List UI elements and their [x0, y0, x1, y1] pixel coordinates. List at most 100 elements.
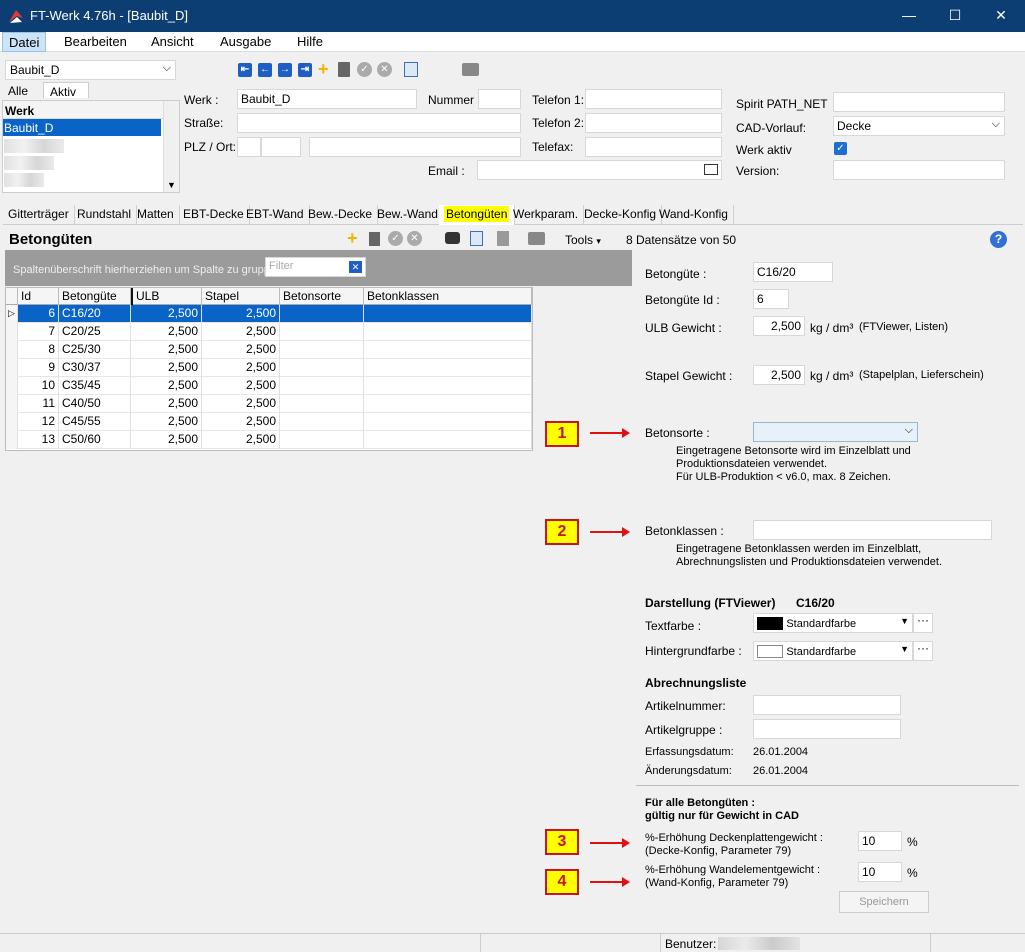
table-row[interactable]: 13 C50/60 2,500 2,500: [6, 431, 532, 449]
hintergrund-select[interactable]: Standardfarbe ▼: [753, 641, 913, 661]
menu-hilfe[interactable]: Hilfe: [291, 32, 329, 52]
betonklassen-field[interactable]: [753, 520, 992, 540]
ulb-field[interactable]: 2,500: [753, 316, 805, 336]
table-cell[interactable]: C35/45: [59, 377, 131, 395]
table-cell[interactable]: 2,500: [131, 413, 202, 431]
tab-bew-wand[interactable]: Bew.-Wand: [372, 205, 444, 225]
werk-list-selected[interactable]: Baubit_D: [3, 119, 161, 136]
add-icon[interactable]: +: [347, 228, 358, 249]
cancel-icon[interactable]: ✕: [407, 231, 422, 246]
search-binoculars-icon[interactable]: [445, 232, 460, 244]
col-header-stapel[interactable]: Stapel Gewicht: [202, 288, 280, 319]
row-indicator[interactable]: [6, 395, 18, 413]
col-header-betonklassen[interactable]: Betonklassen: [364, 288, 532, 305]
print-icon[interactable]: [528, 232, 545, 245]
table-cell[interactable]: 2,500: [131, 341, 202, 359]
col-header-id[interactable]: Id: [18, 288, 59, 305]
table-cell[interactable]: [280, 431, 364, 449]
table-cell[interactable]: [364, 377, 532, 395]
table-row[interactable]: ▷ 6 C16/20 2,500 2,500: [6, 305, 532, 323]
confirm-icon[interactable]: ✓: [357, 62, 372, 77]
table-cell[interactable]: 2,500: [131, 359, 202, 377]
delete-icon[interactable]: [338, 62, 350, 77]
artikelgruppe-field[interactable]: [753, 719, 901, 739]
telefon1-field[interactable]: [585, 89, 722, 109]
table-row[interactable]: 9 C30/37 2,500 2,500: [6, 359, 532, 377]
stapel-field[interactable]: 2,500: [753, 365, 805, 385]
filter-input[interactable]: Filter ✕: [265, 257, 366, 277]
wand-percent-field[interactable]: 10: [858, 862, 902, 882]
last-record-icon[interactable]: ⇥: [298, 63, 312, 77]
table-cell[interactable]: C16/20: [59, 305, 131, 323]
ort-field[interactable]: [309, 137, 521, 157]
table-cell[interactable]: [280, 413, 364, 431]
table-cell[interactable]: [280, 395, 364, 413]
copy-icon[interactable]: [470, 231, 483, 246]
prev-record-icon[interactable]: ←: [258, 63, 272, 77]
tab-matten[interactable]: Matten: [132, 205, 180, 225]
table-cell[interactable]: C40/50: [59, 395, 131, 413]
paste-icon[interactable]: [497, 231, 509, 246]
col-header-betonguete[interactable]: Betongüte: [59, 288, 131, 305]
cancel-icon[interactable]: ✕: [377, 62, 392, 77]
table-cell[interactable]: 2,500: [131, 395, 202, 413]
confirm-icon[interactable]: ✓: [388, 231, 403, 246]
tools-menu[interactable]: Tools ▾: [565, 233, 601, 247]
tab-decke-konfig[interactable]: Decke-Konfig: [579, 205, 663, 225]
plz-field[interactable]: [261, 137, 301, 157]
table-cell[interactable]: C45/55: [59, 413, 131, 431]
col-header-betonsorte[interactable]: Betonsorte: [280, 288, 364, 305]
table-cell[interactable]: 2,500: [131, 323, 202, 341]
copy-icon[interactable]: [404, 62, 418, 77]
land-field[interactable]: [237, 137, 261, 157]
menu-datei[interactable]: Datei: [2, 32, 47, 52]
email-icon[interactable]: [704, 164, 718, 175]
table-cell[interactable]: 2,500: [202, 395, 280, 413]
table-cell[interactable]: C25/30: [59, 341, 131, 359]
tab-rundstahl[interactable]: Rundstahl: [72, 205, 138, 225]
menu-bearbeiten[interactable]: Bearbeiten: [58, 32, 133, 52]
table-cell[interactable]: [364, 341, 532, 359]
textfarbe-more-button[interactable]: ···: [913, 613, 933, 633]
tab-wand-konfig[interactable]: Wand-Konfig: [654, 205, 734, 225]
table-cell[interactable]: 13: [18, 431, 59, 449]
add-icon[interactable]: +: [318, 59, 329, 80]
werk-select[interactable]: Baubit_D ⌵: [5, 60, 176, 80]
table-cell[interactable]: 10: [18, 377, 59, 395]
minimize-button[interactable]: —: [886, 0, 932, 32]
table-cell[interactable]: 2,500: [202, 413, 280, 431]
table-cell[interactable]: [364, 359, 532, 377]
scroll-down-icon[interactable]: ▼: [167, 180, 176, 190]
row-indicator[interactable]: [6, 359, 18, 377]
spirit-field[interactable]: [833, 92, 1005, 112]
table-cell[interactable]: 2,500: [202, 359, 280, 377]
table-cell[interactable]: 2,500: [202, 377, 280, 395]
row-indicator[interactable]: ▷: [6, 305, 18, 323]
table-cell[interactable]: [280, 359, 364, 377]
table-cell[interactable]: 2,500: [202, 341, 280, 359]
group-bar[interactable]: Spaltenüberschrift hierherziehen um Spal…: [5, 250, 632, 286]
table-cell[interactable]: [280, 377, 364, 395]
row-indicator[interactable]: [6, 341, 18, 359]
table-cell[interactable]: [364, 431, 532, 449]
cad-select[interactable]: Decke ⌵: [833, 116, 1005, 136]
table-row[interactable]: 10 C35/45 2,500 2,500: [6, 377, 532, 395]
help-icon[interactable]: ?: [990, 231, 1007, 248]
close-button[interactable]: ✕: [978, 0, 1024, 32]
table-cell[interactable]: 11: [18, 395, 59, 413]
table-cell[interactable]: 2,500: [131, 305, 202, 323]
werk-field[interactable]: Baubit_D: [237, 89, 417, 109]
clear-filter-icon[interactable]: ✕: [349, 261, 362, 273]
table-cell[interactable]: [280, 305, 364, 323]
decke-percent-field[interactable]: 10: [858, 831, 902, 851]
maximize-button[interactable]: ☐: [932, 0, 978, 32]
table-cell[interactable]: 2,500: [131, 431, 202, 449]
tab-bew-decke[interactable]: Bew.-Decke: [303, 205, 379, 225]
row-indicator[interactable]: [6, 323, 18, 341]
table-row[interactable]: 12 C45/55 2,500 2,500: [6, 413, 532, 431]
tab-betongueten[interactable]: Betongüten: [439, 205, 516, 225]
tab-gittertraeger[interactable]: Gitterträger: [3, 205, 75, 225]
strasse-field[interactable]: [237, 113, 521, 133]
tab-werkparam[interactable]: Werkparam.: [508, 205, 585, 225]
table-cell[interactable]: 2,500: [202, 305, 280, 323]
